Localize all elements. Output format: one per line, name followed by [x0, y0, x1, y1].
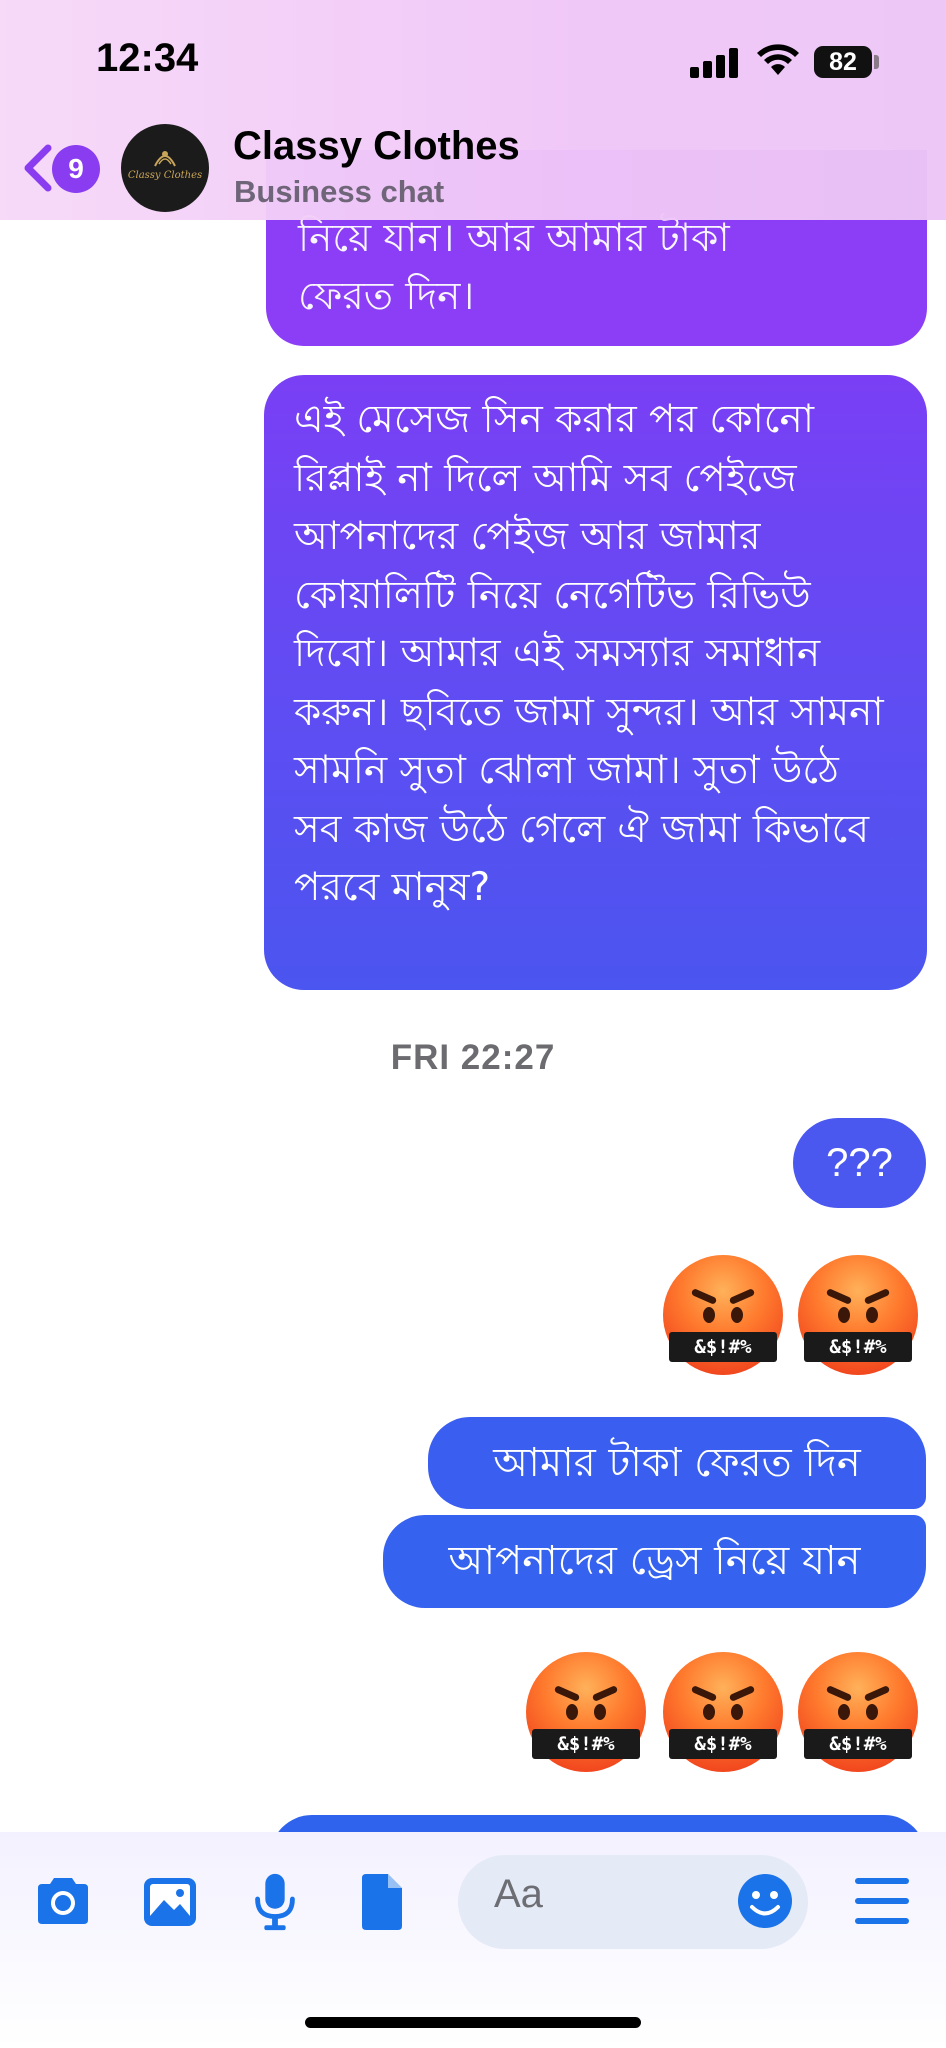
message-text: ফেরত দিন। [298, 274, 475, 319]
avatar[interactable]: Classy Clothes [121, 124, 209, 212]
message-text: ??? [826, 1141, 893, 1185]
home-indicator [305, 2017, 641, 2028]
menu-icon[interactable] [855, 1878, 909, 1924]
message-bubble[interactable] [270, 1815, 926, 1832]
angry-emoji[interactable]: &$!#% [663, 1652, 783, 1772]
avatar-logo-text: Classy Clothes [127, 170, 203, 181]
message-input-placeholder: Aa [494, 1872, 543, 1916]
microphone-icon[interactable] [252, 1872, 298, 1932]
emoji-symbols: &$!#% [669, 1332, 777, 1362]
emoji-symbols: &$!#% [804, 1332, 912, 1362]
chat-title[interactable]: Classy Clothes [233, 124, 520, 169]
angry-emoji[interactable]: &$!#% [798, 1652, 918, 1772]
message-text: আপনাদের ড্রেস নিয়ে যান [448, 1538, 861, 1584]
message-text: আমার টাকা ফেরত দিন [493, 1440, 861, 1486]
timestamp: FRI 22:27 [390, 1038, 556, 1077]
emoji-symbols: &$!#% [532, 1729, 640, 1759]
smiley-icon[interactable] [736, 1872, 794, 1930]
emoji-symbols: &$!#% [804, 1729, 912, 1759]
emoji-symbols: &$!#% [669, 1729, 777, 1759]
angry-emoji[interactable]: &$!#% [663, 1255, 783, 1375]
composer-bar [0, 1832, 946, 2048]
message-bubble[interactable]: এই মেসেজ সিন করার পর কোনো রিপ্লাই না দিল… [264, 375, 927, 990]
image-icon[interactable] [142, 1872, 198, 1932]
message-text: এই মেসেজ সিন করার পর কোনো রিপ্লাই না দিল… [294, 397, 884, 910]
cellular-signal-icon [690, 48, 740, 78]
angry-emoji[interactable]: &$!#% [526, 1652, 646, 1772]
brand-logo-icon [154, 151, 176, 167]
angry-emoji[interactable]: &$!#% [798, 1255, 918, 1375]
chat-subtitle: Business chat [234, 174, 445, 209]
file-icon[interactable] [358, 1872, 406, 1932]
status-time: 12:34 [96, 36, 199, 80]
message-list[interactable]: নিয়ে যান। আর আমার টাকা ফেরত দিন। এই মেস… [0, 0, 946, 1832]
battery-cap [874, 55, 879, 69]
message-bubble[interactable]: ??? [793, 1118, 926, 1208]
message-bubble[interactable]: আমার টাকা ফেরত দিন [428, 1417, 926, 1509]
battery-indicator: 82 [814, 46, 872, 78]
unread-badge: 9 [52, 145, 100, 193]
message-bubble[interactable]: আপনাদের ড্রেস নিয়ে যান [383, 1515, 926, 1608]
wifi-icon [757, 44, 799, 75]
camera-icon[interactable] [32, 1872, 94, 1932]
